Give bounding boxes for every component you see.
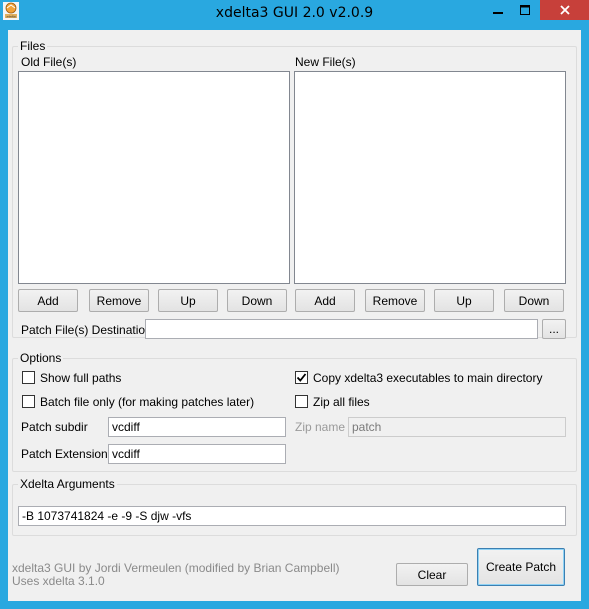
maximize-button[interactable] — [511, 0, 538, 20]
zip-all-label[interactable]: Zip all files — [313, 395, 370, 409]
patch-subdir-input[interactable]: vcdiff — [108, 417, 286, 437]
old-files-label: Old File(s) — [21, 55, 77, 69]
old-add-button[interactable]: Add — [18, 289, 78, 312]
old-remove-button[interactable]: Remove — [89, 289, 149, 312]
close-icon — [559, 5, 570, 15]
patch-extension-input[interactable]: vcdiff — [108, 444, 286, 464]
batch-only-label[interactable]: Batch file only (for making patches late… — [40, 395, 254, 409]
title-bar[interactable]: xdelta xdelta3 GUI 2.0 v2.0.9 — [0, 0, 589, 30]
create-patch-button[interactable]: Create Patch — [477, 548, 565, 586]
patch-subdir-label: Patch subdir — [21, 420, 88, 434]
arguments-input[interactable]: -B 1073741824 -e -9 -S djw -vfs — [18, 506, 566, 526]
copy-executables-label[interactable]: Copy xdelta3 executables to main directo… — [313, 371, 542, 385]
old-files-list[interactable] — [18, 71, 290, 284]
show-full-paths-label[interactable]: Show full paths — [40, 371, 121, 385]
version-text: Uses xdelta 3.1.0 — [12, 574, 105, 588]
zip-name-input[interactable]: patch — [348, 417, 566, 437]
new-down-button[interactable]: Down — [504, 289, 564, 312]
new-up-button[interactable]: Up — [434, 289, 494, 312]
zip-name-label: Zip name — [295, 420, 346, 434]
minimize-icon — [492, 12, 503, 14]
destination-label: Patch File(s) Destination — [21, 323, 152, 337]
options-group-title: Options — [18, 351, 64, 365]
clear-button[interactable]: Clear — [396, 563, 468, 586]
patch-extension-label: Patch Extension — [21, 447, 108, 461]
close-button[interactable] — [540, 0, 589, 20]
client-area: Files Old File(s) New File(s) Add Remove… — [8, 30, 581, 601]
zip-all-checkbox[interactable] — [295, 395, 308, 408]
show-full-paths-checkbox[interactable] — [22, 371, 35, 384]
old-up-button[interactable]: Up — [158, 289, 218, 312]
new-add-button[interactable]: Add — [295, 289, 355, 312]
new-remove-button[interactable]: Remove — [365, 289, 425, 312]
destination-input[interactable] — [145, 319, 538, 339]
maximize-icon — [519, 5, 530, 15]
arguments-group-title: Xdelta Arguments — [18, 477, 117, 491]
copy-executables-checkbox[interactable] — [295, 371, 308, 384]
new-files-list[interactable] — [294, 71, 566, 284]
old-down-button[interactable]: Down — [227, 289, 287, 312]
app-window: xdelta xdelta3 GUI 2.0 v2.0.9 Files Old … — [0, 0, 589, 609]
minimize-button[interactable] — [484, 0, 511, 20]
files-group-title: Files — [18, 39, 48, 53]
batch-only-checkbox[interactable] — [22, 395, 35, 408]
checkmark-icon — [296, 373, 307, 382]
new-files-label: New File(s) — [295, 55, 356, 69]
browse-destination-button[interactable]: ... — [542, 319, 566, 339]
